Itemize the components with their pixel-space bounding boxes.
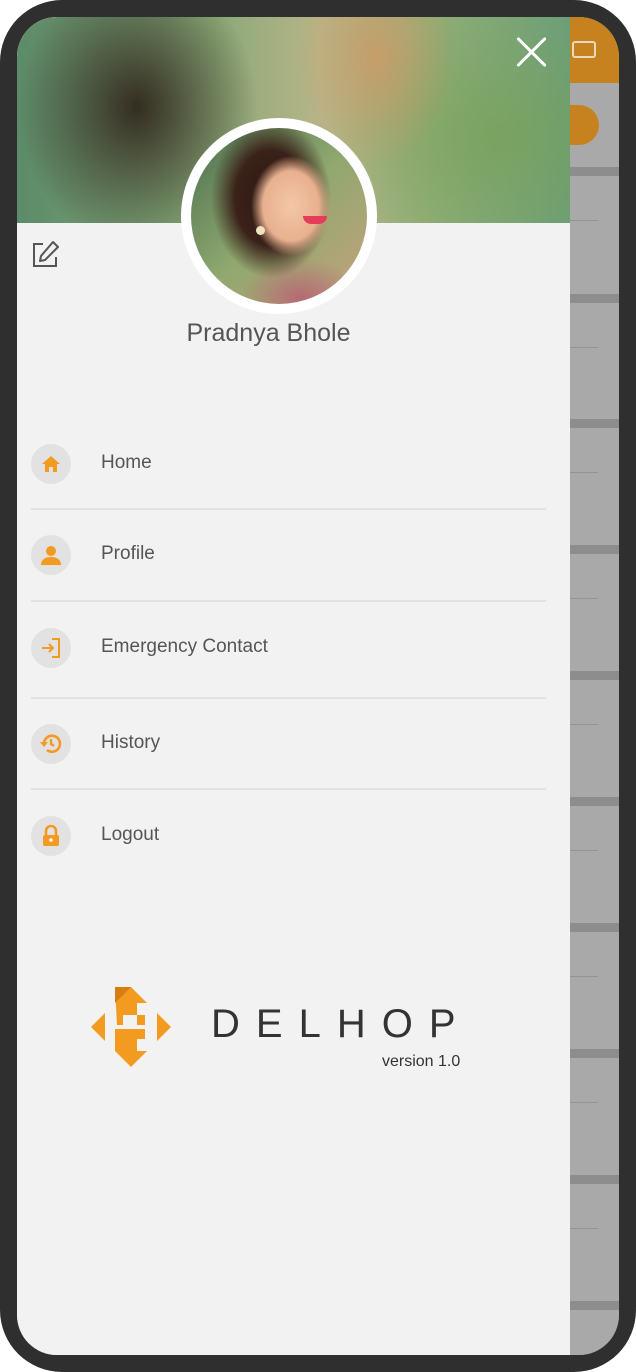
user-name: Pradnya Bhole <box>186 319 351 347</box>
avatar-photo-detail <box>303 216 327 224</box>
menu-divider <box>31 788 546 790</box>
menu-divider <box>31 508 546 510</box>
menu-item-label: Home <box>101 452 152 473</box>
background-line <box>570 472 598 473</box>
battery-icon <box>572 41 596 58</box>
background-line <box>570 976 598 977</box>
avatar-photo <box>191 128 367 304</box>
menu-divider <box>31 600 546 602</box>
phone-frame: Pradnya Bhole Home Profile Emergency Con… <box>0 0 636 1372</box>
background-line <box>570 724 598 725</box>
person-icon <box>31 535 71 575</box>
menu-item-label: History <box>101 732 161 753</box>
background-line <box>570 1228 598 1229</box>
login-icon <box>31 628 71 668</box>
home-icon <box>31 444 71 484</box>
menu-item-label: Profile <box>101 543 155 564</box>
menu-item-label: Emergency Contact <box>101 636 268 657</box>
menu-item-profile[interactable]: Profile <box>31 535 546 615</box>
screen: Pradnya Bhole Home Profile Emergency Con… <box>17 17 619 1355</box>
menu-item-logout[interactable]: Logout <box>31 816 546 896</box>
avatar[interactable] <box>181 118 377 314</box>
brand-logo-icon <box>91 987 171 1067</box>
background-line <box>570 347 598 348</box>
avatar-photo-detail <box>256 226 265 235</box>
menu-item-label: Logout <box>101 824 160 845</box>
menu-item-history[interactable]: History <box>31 724 546 804</box>
background-line <box>570 598 598 599</box>
menu-divider <box>31 697 546 699</box>
app-version: version 1.0 <box>382 1053 461 1070</box>
lock-icon <box>31 816 71 856</box>
edit-icon[interactable] <box>29 239 61 271</box>
background-line <box>570 220 598 221</box>
background-line <box>570 1102 598 1103</box>
menu-item-home[interactable]: Home <box>31 444 546 524</box>
navigation-drawer: Pradnya Bhole Home Profile Emergency Con… <box>17 17 570 1355</box>
close-button[interactable] <box>515 35 549 69</box>
brand-name: DELHOP <box>211 1002 472 1046</box>
history-icon <box>31 724 71 764</box>
menu-item-emergency-contact[interactable]: Emergency Contact <box>31 628 546 708</box>
background-line <box>570 850 598 851</box>
